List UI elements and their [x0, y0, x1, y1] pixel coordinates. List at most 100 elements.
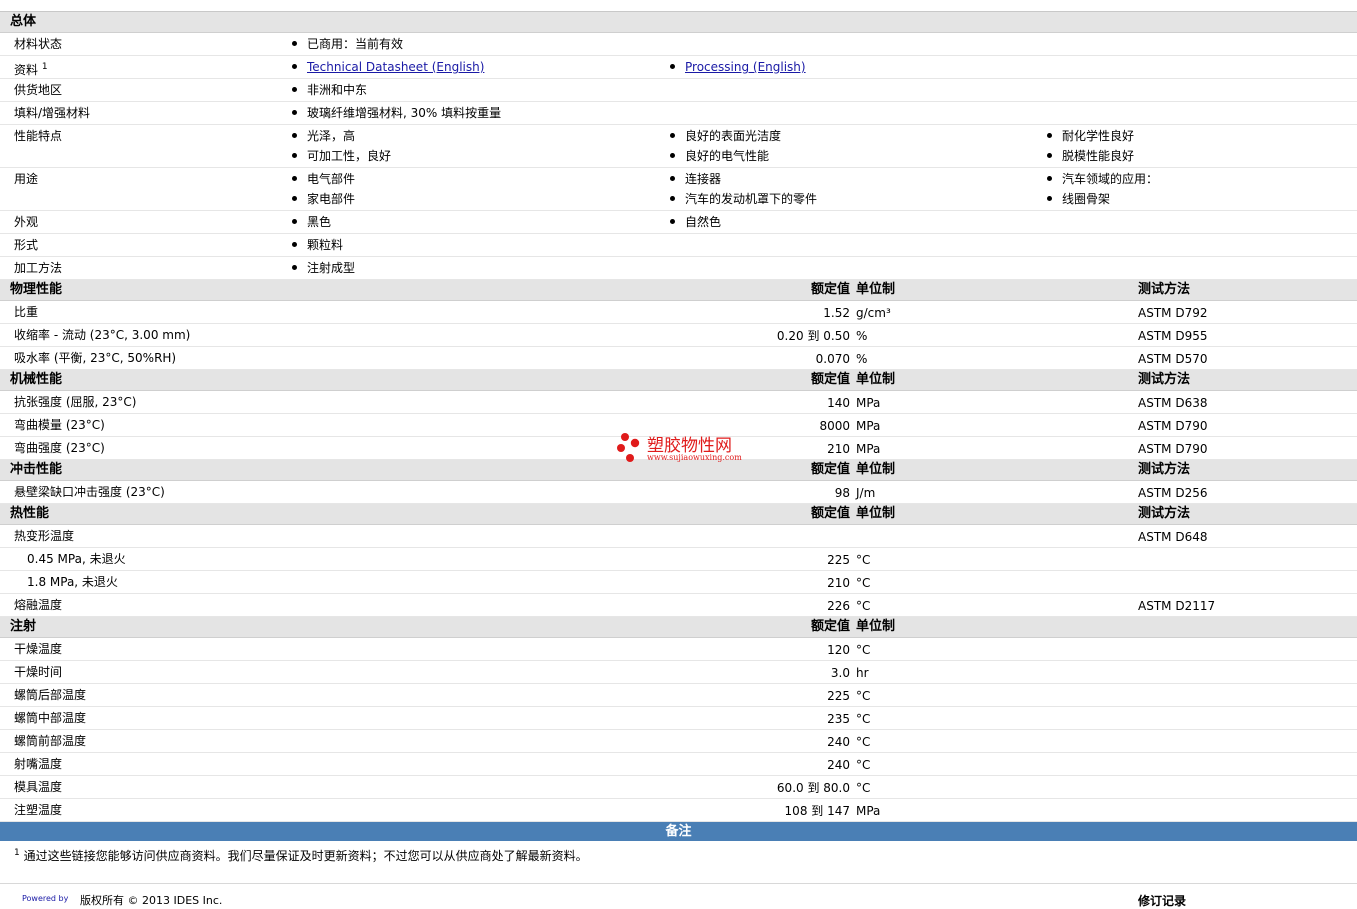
- unit-value: °C: [856, 735, 871, 749]
- footnote-marker: 1: [41, 62, 48, 72]
- property-label: 干燥时间: [14, 665, 63, 679]
- bullet-icon: [292, 242, 297, 247]
- row-label: 加工方法: [14, 261, 63, 275]
- property-label: 熔融温度: [14, 598, 63, 612]
- nominal-value: 60.0 到 80.0: [776, 781, 850, 795]
- row-uses: 用途 电气部件 连接器 汽车领域的应用： 家电部件 汽车的发动机罩下的零件 线圈…: [0, 168, 1357, 211]
- bullet-icon: [1047, 176, 1052, 181]
- nominal-value: 240: [827, 758, 850, 772]
- section-title: 机械性能: [10, 372, 63, 387]
- col-header-unit: 单位制: [856, 282, 896, 297]
- section-general: 总体: [0, 12, 1357, 33]
- section-physical: 物理性能 额定值 单位制 测试方法: [0, 280, 1357, 301]
- nominal-value: 3.0: [830, 666, 850, 680]
- property-label: 吸水率 (平衡, 23°C, 50%RH): [14, 351, 177, 365]
- nominal-value: 226: [827, 599, 850, 613]
- property-label: 螺筒前部温度: [14, 734, 87, 748]
- bullet-icon: [292, 41, 297, 46]
- col-header-unit: 单位制: [856, 462, 896, 477]
- unit-value: °C: [856, 553, 871, 567]
- property-sections: 物理性能 额定值 单位制 测试方法 比重 1.52 g/cm³ ASTM D792 收缩率 - …: [0, 280, 1357, 822]
- row-form: 形式 颗粒料: [0, 234, 1357, 257]
- row-features: 性能特点 光泽，高 良好的表面光洁度 耐化学性良好 可加工性，良好 良好的电气性…: [0, 125, 1357, 168]
- property-label: 射嘴温度: [14, 757, 63, 771]
- nominal-value: 98: [834, 486, 850, 500]
- test-method: ASTM D638: [1138, 396, 1208, 410]
- section-mechanical: 机械性能 额定值 单位制 测试方法: [0, 370, 1357, 391]
- row-material-status: 材料状态 已商用：当前有效: [0, 33, 1357, 56]
- unit-value: MPa: [856, 804, 881, 818]
- unit-value: °C: [856, 599, 871, 613]
- bullet-item: 汽车领域的应用：: [1047, 169, 1158, 189]
- property-label: 弯曲模量 (23°C): [14, 418, 105, 432]
- col-header-method: 测试方法: [1138, 282, 1191, 297]
- col-header-nominal: 额定值: [810, 372, 850, 387]
- bullet-item: 线圈骨架: [1047, 189, 1110, 209]
- powered-by-logo[interactable]: Powered by: [22, 894, 68, 903]
- bullet-icon: [292, 196, 297, 201]
- row-processing-method: 加工方法 注射成型: [0, 257, 1357, 280]
- bullet-icon: [292, 265, 297, 270]
- nominal-value: 1.52: [823, 306, 850, 320]
- table-row: 干燥温度 120 °C: [0, 638, 1357, 661]
- test-method: ASTM D2117: [1138, 599, 1216, 613]
- table-row: 比重 1.52 g/cm³ ASTM D792: [0, 301, 1357, 324]
- row-label: 填料/增强材料: [14, 106, 91, 120]
- watermark-url: www.sujiaowuxing.com: [647, 453, 742, 462]
- technical-datasheet-link[interactable]: Technical Datasheet (English): [307, 60, 484, 74]
- unit-value: g/cm³: [856, 306, 891, 320]
- bullet-item: 家电部件: [292, 189, 355, 209]
- test-method: ASTM D790: [1138, 442, 1208, 456]
- col-header-nominal: 额定值: [810, 506, 850, 521]
- col-header-method: 测试方法: [1138, 372, 1191, 387]
- unit-value: %: [856, 352, 868, 366]
- table-row: 热变形温度 ASTM D648: [0, 525, 1357, 548]
- table-row: 模具温度 60.0 到 80.0 °C: [0, 776, 1357, 799]
- bullet-item: 光泽，高: [292, 126, 355, 146]
- bullet-item: 可加工性，良好: [292, 146, 391, 166]
- property-label: 螺筒后部温度: [14, 688, 87, 702]
- col-header-method: 测试方法: [1138, 462, 1191, 477]
- bullet-icon: [1047, 133, 1052, 138]
- bullet-icon: [670, 196, 675, 201]
- col-header-unit: 单位制: [856, 619, 896, 634]
- bullet-icon: [670, 176, 675, 181]
- nominal-value: 225: [827, 689, 850, 703]
- row-availability: 供货地区 非洲和中东: [0, 79, 1357, 102]
- unit-value: MPa: [856, 442, 881, 456]
- test-method: ASTM D570: [1138, 352, 1208, 366]
- property-label: 注塑温度: [14, 803, 63, 817]
- bullet-icon: [292, 219, 297, 224]
- bullet-item: 颗粒料: [292, 235, 343, 255]
- bullet-item: Processing (English): [670, 57, 806, 77]
- row-filler: 填料/增强材料 玻璃纤维增强材料, 30% 填料按重量: [0, 102, 1357, 125]
- bullet-item: 自然色: [670, 212, 721, 232]
- section-title: 冲击性能: [10, 462, 63, 477]
- nominal-value: 140: [827, 396, 850, 410]
- col-header-nominal: 额定值: [810, 462, 850, 477]
- table-row: 吸水率 (平衡, 23°C, 50%RH) 0.070% ASTM D570: [0, 347, 1357, 370]
- table-row: 0.45 MPa, 未退火 225 °C: [0, 548, 1357, 571]
- processing-link[interactable]: Processing (English): [685, 60, 806, 74]
- bullet-item: 耐化学性良好: [1047, 126, 1134, 146]
- row-label: 材料状态: [14, 37, 63, 51]
- nominal-value: 120: [827, 643, 850, 657]
- bullet-item: 非洲和中东: [292, 80, 367, 100]
- bullet-item: 良好的电气性能: [670, 146, 769, 166]
- table-row: 抗张强度 (屈服, 23°C) 140 MPa ASTM D638: [0, 391, 1357, 414]
- section-thermal: 热性能 额定值 单位制 测试方法: [0, 504, 1357, 525]
- property-label: 模具温度: [14, 780, 63, 794]
- bullet-item: 良好的表面光洁度: [670, 126, 781, 146]
- bullet-icon: [292, 176, 297, 181]
- watermark-logo: 塑胶物性网 www.sujiaowuxing.com: [616, 432, 746, 466]
- unit-value: °C: [856, 758, 871, 772]
- bullet-icon: [670, 64, 675, 69]
- nominal-value: 225: [827, 553, 850, 567]
- section-title: 物理性能: [10, 282, 63, 297]
- bullet-item: 连接器: [670, 169, 721, 189]
- bullet-item: 玻璃纤维增强材料, 30% 填料按重量: [292, 103, 501, 123]
- unit-value: MPa: [856, 396, 881, 410]
- property-label: 螺筒中部温度: [14, 711, 87, 725]
- unit-value: %: [856, 329, 868, 343]
- property-label: 1.8 MPa, 未退火: [27, 575, 118, 589]
